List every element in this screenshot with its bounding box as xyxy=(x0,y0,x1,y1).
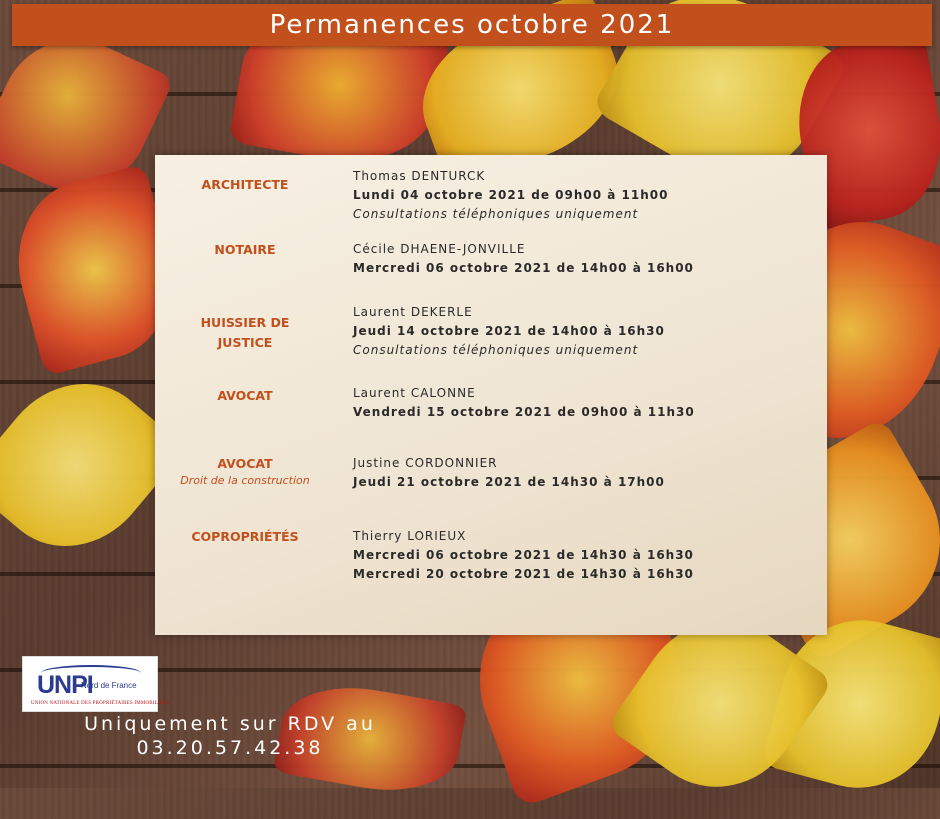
person-name: Thierry LORIEUX xyxy=(353,529,467,543)
logo-tagline: UNION NATIONALE DES PROPRIÉTAIRES IMMOBI… xyxy=(31,701,170,706)
logo-subtitle: Nord de France xyxy=(81,681,137,690)
entry-info: Thomas DENTURCK Lundi 04 octobre 2021 de… xyxy=(353,167,813,224)
title-banner: Permanences octobre 2021 xyxy=(12,4,932,46)
entry-info: Justine CORDONNIER Jeudi 21 octobre 2021… xyxy=(353,454,813,492)
schedule-card: ARCHITECTE Thomas DENTURCK Lundi 04 octo… xyxy=(155,155,827,635)
appointment-date: Mercredi 20 octobre 2021 de 14h30 à 16h3… xyxy=(353,567,694,581)
role-label: HUISSIER DE JUSTICE xyxy=(200,315,290,350)
entry-info: Cécile DHAENE-JONVILLE Mercredi 06 octob… xyxy=(353,240,813,278)
appointment-date: Mercredi 06 octobre 2021 de 14h30 à 16h3… xyxy=(353,548,694,562)
appointment-date: Vendredi 15 octobre 2021 de 09h00 à 11h3… xyxy=(353,405,695,419)
footer-line-1: Uniquement sur RDV au xyxy=(84,713,376,735)
appointment-date: Jeudi 14 octobre 2021 de 14h00 à 16h30 xyxy=(353,324,665,338)
role-label: NOTAIRE xyxy=(214,242,276,257)
unpi-logo: UNPI Nord de France UNION NATIONALE DES … xyxy=(22,656,169,712)
person-name: Laurent DEKERLE xyxy=(353,305,473,319)
role-label: AVOCAT xyxy=(217,388,273,403)
person-name: Thomas DENTURCK xyxy=(353,169,486,183)
page-title: Permanences octobre 2021 xyxy=(269,10,675,40)
role-label: COPROPRIÉTÉS xyxy=(191,529,299,544)
entry-info: Thierry LORIEUX Mercredi 06 octobre 2021… xyxy=(353,527,813,584)
role-label: ARCHITECTE xyxy=(201,177,289,192)
role-title: AVOCAT xyxy=(217,456,273,471)
role-subtitle: Droit de la construction xyxy=(180,474,310,487)
appointment-date: Lundi 04 octobre 2021 de 09h00 à 11h00 xyxy=(353,188,669,202)
contact-footer: Uniquement sur RDV au 03.20.57.42.38 xyxy=(40,712,420,760)
appointment-date: Jeudi 21 octobre 2021 de 14h30 à 17h00 xyxy=(353,475,665,489)
appointment-date: Mercredi 06 octobre 2021 de 14h00 à 16h0… xyxy=(353,261,694,275)
consultation-note: Consultations téléphoniques uniquement xyxy=(353,207,639,221)
person-name: Cécile DHAENE-JONVILLE xyxy=(353,242,526,256)
person-name: Justine CORDONNIER xyxy=(353,456,498,470)
entry-info: Laurent CALONNE Vendredi 15 octobre 2021… xyxy=(353,384,813,422)
person-name: Laurent CALONNE xyxy=(353,386,476,400)
phone-number: 03.20.57.42.38 xyxy=(136,737,324,759)
entry-info: Laurent DEKERLE Jeudi 14 octobre 2021 de… xyxy=(353,303,813,360)
role-label: AVOCAT Droit de la construction xyxy=(175,454,315,487)
consultation-note: Consultations téléphoniques uniquement xyxy=(353,343,639,357)
